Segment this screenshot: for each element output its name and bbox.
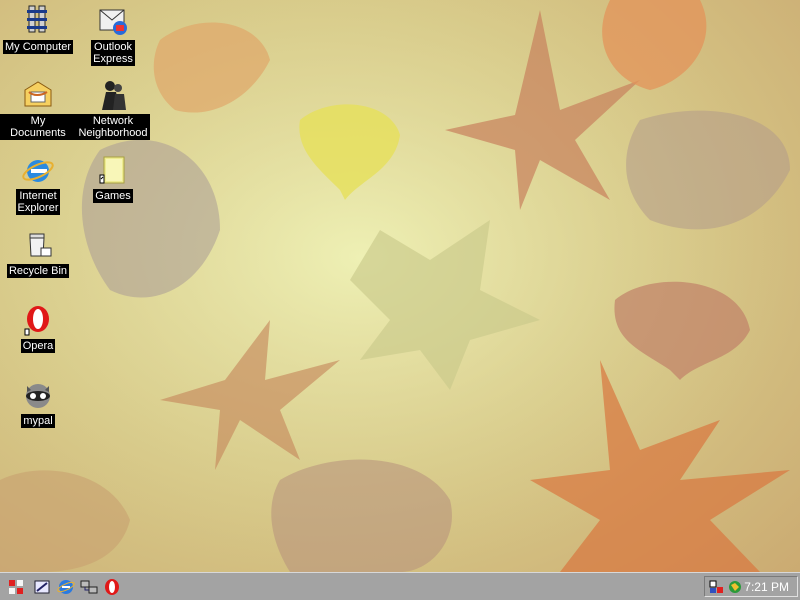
taskbar: 7:21 PM [0, 572, 800, 600]
my-documents-icon [24, 81, 52, 107]
icon-label: mypal [21, 414, 55, 428]
icon-label: My Documents [0, 114, 76, 140]
opera-icon[interactable] [102, 577, 122, 597]
system-tray: 7:21 PM [704, 576, 798, 597]
clock[interactable]: 7:21 PM [744, 580, 789, 594]
outlook-express-icon [99, 9, 127, 35]
internet-explorer-icon[interactable] [56, 577, 76, 597]
icon-label: Internet Explorer [15, 189, 61, 215]
icon-label: Outlook Express [91, 40, 135, 66]
globe-icon[interactable] [727, 579, 743, 595]
games-folder-icon [99, 156, 125, 184]
network-icon[interactable] [79, 577, 99, 597]
show-desktop-icon[interactable] [32, 577, 52, 597]
internet-explorer-shortcut[interactable]: Internet Explorer [0, 153, 76, 219]
internet-explorer-icon [22, 160, 54, 182]
my-documents-shortcut[interactable]: My Documents [0, 78, 76, 144]
opera-icon [24, 306, 49, 336]
opera-shortcut[interactable]: Opera [0, 303, 76, 369]
volume-icon[interactable] [709, 579, 725, 595]
network-neighborhood-icon [102, 81, 126, 110]
my-computer-icon [27, 5, 47, 33]
mypal-icon [26, 384, 50, 408]
start-menu-icon[interactable] [6, 577, 26, 597]
icon-label: Opera [20, 339, 56, 353]
outlook-express-shortcut[interactable]: Outlook Express [75, 4, 151, 70]
mypal-shortcut[interactable]: mypal [0, 378, 76, 444]
icon-label: Games [93, 189, 133, 203]
icon-label: Recycle Bin [6, 264, 70, 278]
games-shortcut[interactable]: Games [75, 153, 151, 219]
icon-label: My Computer [2, 40, 74, 54]
my-computer-shortcut[interactable]: My Computer [0, 4, 76, 70]
leaf-shape [271, 459, 452, 572]
recycle-bin-shortcut[interactable]: Recycle Bin [0, 228, 76, 294]
recycle-bin-icon [29, 233, 52, 257]
icon-label: Network Neighborhood [76, 114, 150, 140]
network-neighborhood-shortcut[interactable]: Network Neighborhood [75, 78, 151, 144]
